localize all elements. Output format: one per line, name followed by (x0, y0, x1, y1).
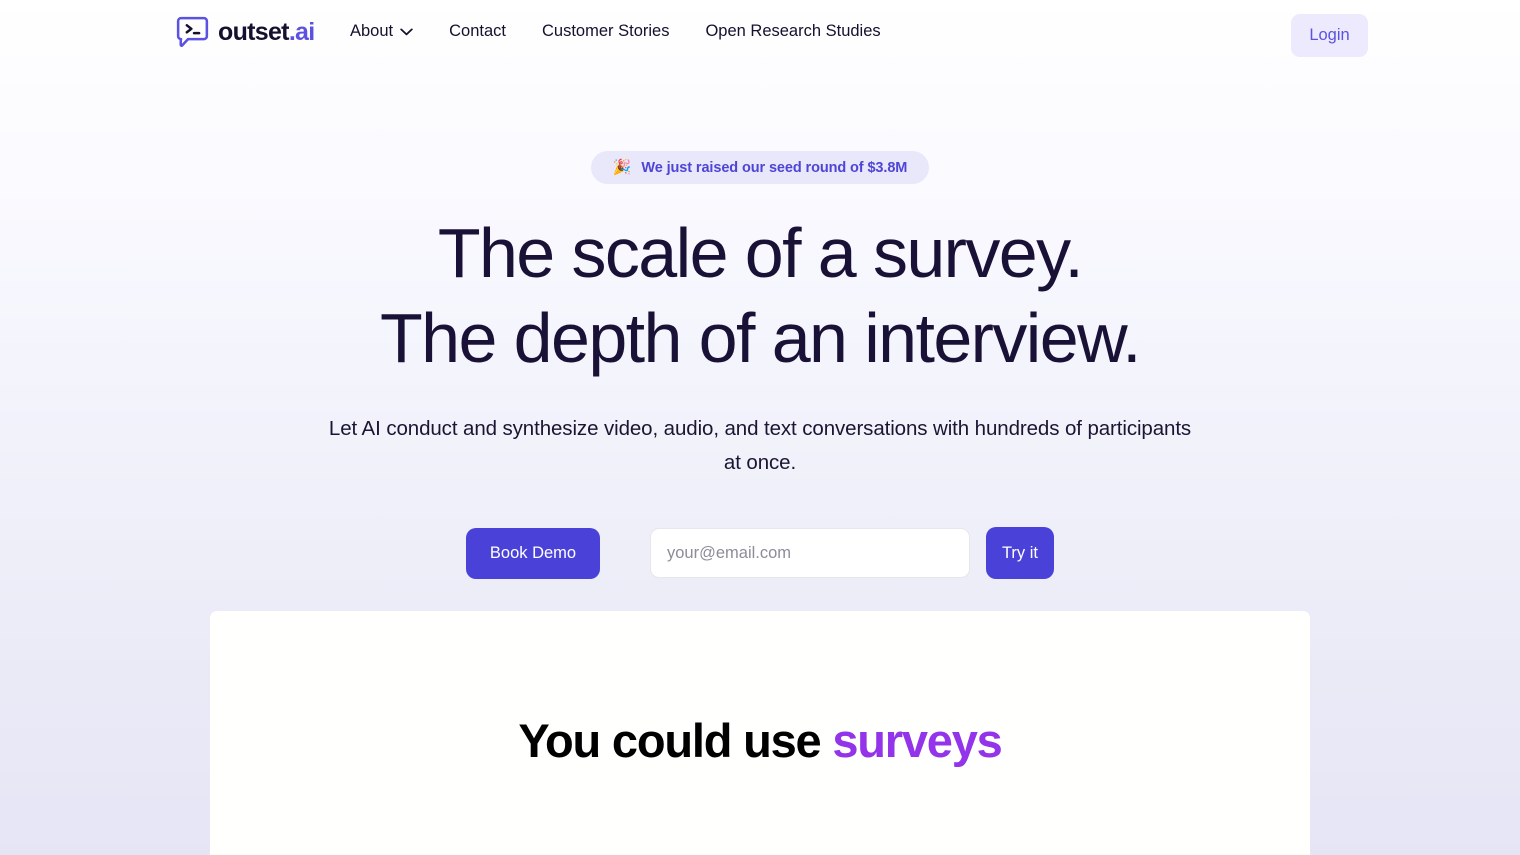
use-cases-heading-plain: You could use (518, 714, 833, 767)
nav-item-open-research-studies[interactable]: Open Research Studies (705, 22, 892, 41)
nav-item-contact[interactable]: Contact (449, 22, 518, 41)
hero-headline: The scale of a survey. The depth of an i… (0, 211, 1520, 381)
announcement-badge[interactable]: 🎉 We just raised our seed round of $3.8M (590, 151, 930, 184)
hero-subtitle: Let AI conduct and synthesize video, aud… (328, 417, 1192, 474)
use-cases-panel: You could use surveys (210, 611, 1310, 855)
nav-item-customer-stories[interactable]: Customer Stories (542, 22, 681, 41)
announcement-text: We just raised our seed round of $3.8M (641, 159, 908, 176)
email-input[interactable] (650, 528, 970, 578)
nav-item-open-research-studies-label: Open Research Studies (705, 22, 881, 40)
terminal-speech-bubble-icon (176, 16, 209, 49)
try-it-button[interactable]: Try it (986, 527, 1054, 579)
login-button[interactable]: Login (1291, 14, 1368, 57)
brand-wordmark-tld: .ai (288, 18, 315, 46)
nav-item-about[interactable]: About (350, 22, 425, 41)
brand-wordmark-name: outset (218, 18, 290, 46)
use-cases-heading: You could use surveys (210, 715, 1310, 767)
site-header: outset.ai About Contact Customer Stories… (0, 0, 1520, 71)
hero-headline-line-2: The depth of an interview. (379, 299, 1142, 377)
hero-headline-line-1: The scale of a survey. (437, 214, 1084, 292)
hero-section: 🎉 We just raised our seed round of $3.8M… (0, 71, 1520, 579)
party-popper-icon: 🎉 (612, 159, 632, 176)
hero-cta-row: Book Demo Try it (0, 527, 1520, 579)
chevron-down-icon (400, 28, 413, 36)
main-nav: About Contact Customer Stories Open Rese… (350, 22, 893, 41)
nav-item-about-label: About (350, 22, 394, 40)
nav-item-customer-stories-label: Customer Stories (542, 22, 670, 40)
nav-item-contact-label: Contact (449, 22, 506, 40)
brand-logo[interactable]: outset.ai (176, 16, 315, 49)
use-cases-heading-accent: surveys (832, 714, 1002, 767)
brand-wordmark: outset.ai (218, 20, 315, 45)
book-demo-button[interactable]: Book Demo (466, 527, 600, 579)
